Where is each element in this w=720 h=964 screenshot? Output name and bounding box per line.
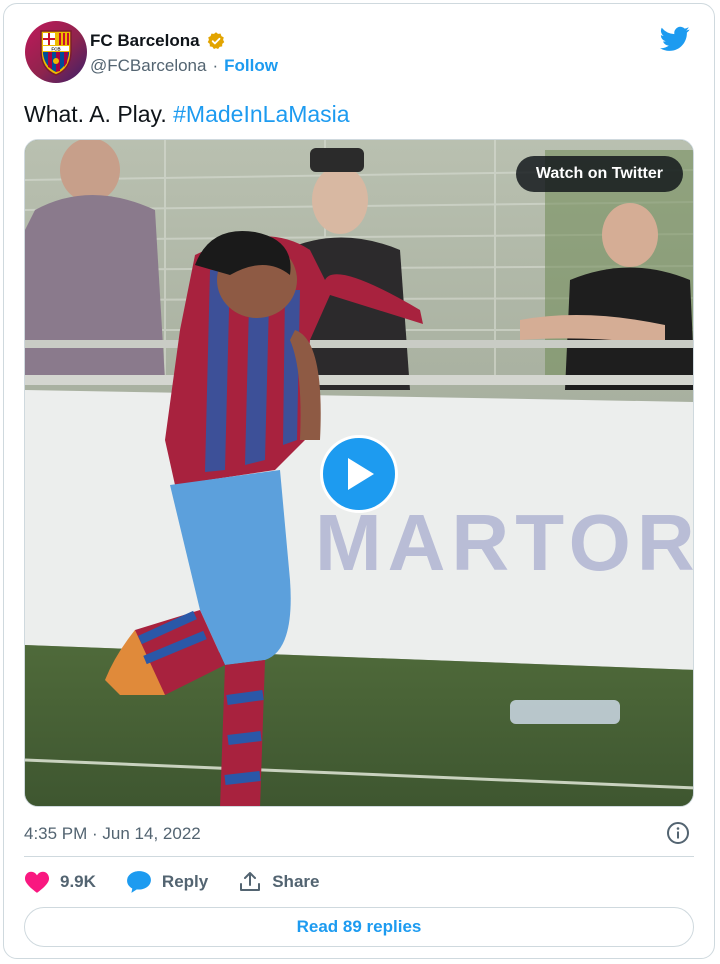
reply-label: Reply bbox=[161, 872, 209, 891]
author-handle[interactable]: @FCBarcelona bbox=[90, 56, 206, 76]
fcb-crest-icon: FCB bbox=[40, 30, 72, 76]
twitter-bird-icon[interactable] bbox=[660, 26, 690, 57]
video-thumbnail[interactable]: MARTOR Watch on Twitter bbox=[24, 139, 694, 807]
reply-bubble-icon bbox=[127, 871, 151, 893]
separator-dot: · bbox=[212, 56, 219, 75]
author-name[interactable]: FC Barcelona bbox=[90, 31, 200, 51]
tweet-card: FCB FC Barcelona @FCBarcelona · Follow W… bbox=[3, 3, 715, 959]
play-button[interactable] bbox=[320, 435, 398, 513]
like-count: 9.9K bbox=[60, 872, 96, 891]
action-bar: 9.9K Reply Share bbox=[24, 870, 349, 894]
divider bbox=[24, 856, 694, 857]
timestamp[interactable]: 4:35 PM · Jun 14, 2022 bbox=[24, 824, 201, 844]
watch-on-twitter-button[interactable]: Watch on Twitter bbox=[515, 156, 683, 192]
avatar[interactable]: FCB bbox=[25, 21, 87, 83]
share-label: Share bbox=[272, 872, 320, 891]
heart-icon bbox=[24, 871, 50, 893]
hashtag-link[interactable]: #MadeInLaMasia bbox=[173, 101, 349, 127]
info-icon[interactable] bbox=[666, 821, 690, 850]
follow-button[interactable]: Follow bbox=[224, 56, 278, 76]
svg-text:FCB: FCB bbox=[51, 46, 61, 51]
like-button[interactable]: 9.9K bbox=[24, 870, 96, 894]
read-replies-button[interactable]: Read 89 replies bbox=[24, 907, 694, 947]
play-icon bbox=[348, 458, 374, 490]
tweet-text: What. A. Play. #MadeInLaMasia bbox=[24, 100, 350, 128]
banner-text: MARTOR bbox=[315, 498, 694, 587]
share-button[interactable]: Share bbox=[238, 870, 319, 894]
verified-badge-icon bbox=[206, 31, 226, 51]
reply-button[interactable]: Reply bbox=[126, 870, 208, 894]
tweet-body: What. A. Play. bbox=[24, 101, 174, 127]
share-icon bbox=[240, 872, 261, 891]
